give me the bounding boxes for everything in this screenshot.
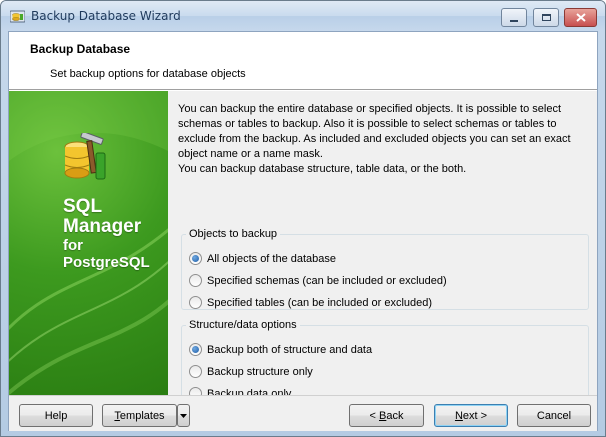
radio-specified-schemas[interactable]: Specified schemas (can be included or ex… (189, 274, 447, 287)
intro-paragraph-2: You can backup database structure, table… (178, 163, 467, 175)
templates-button-label: Templates (114, 410, 164, 422)
product-name-line3: for (63, 237, 83, 254)
close-button[interactable] (564, 8, 597, 27)
structure-group-legend: Structure/data options (189, 319, 297, 331)
product-name-line2: Manager (63, 216, 142, 237)
wizard-header: Backup Database Set backup options for d… (9, 32, 597, 90)
radio-button[interactable] (189, 252, 202, 265)
radio-label: Specified schemas (can be included or ex… (207, 274, 447, 287)
maximize-button[interactable] (533, 8, 559, 27)
chevron-down-icon (180, 413, 187, 418)
next-label-rest: ext > (462, 409, 488, 422)
back-button-label: < Back (370, 410, 404, 422)
objects-group-legend: Objects to backup (189, 228, 278, 240)
radio-label: All objects of the database (207, 252, 337, 265)
minimize-button[interactable] (501, 8, 527, 27)
next-mnemonic: N (454, 409, 463, 422)
radio-button[interactable] (189, 343, 202, 356)
radio-selected-dot (192, 255, 199, 262)
cancel-button-label: Cancel (536, 409, 572, 422)
intro-paragraph-1: You can backup the entire database or sp… (178, 103, 571, 160)
wizard-content: You can backup the entire database or sp… (168, 91, 597, 401)
radio-label: Backup structure only (207, 365, 313, 378)
radio-specified-tables[interactable]: Specified tables (can be included or exc… (189, 296, 432, 309)
product-banner: SQL Manager for PostgreSQL (9, 91, 168, 395)
window-title: Backup Database Wizard (31, 9, 181, 23)
title-bar[interactable]: Backup Database Wizard (1, 1, 605, 31)
minimize-icon (510, 19, 518, 22)
help-button-label: Help (44, 409, 68, 422)
radio-button[interactable] (189, 296, 202, 309)
header-subtitle: Set backup options for database objects (50, 68, 246, 80)
next-button-label: Next > (455, 410, 487, 422)
radio-label: Backup both of structure and data (207, 343, 373, 356)
radio-selected-dot (192, 346, 199, 353)
wizard-window: Backup Database Wizard Backup Database S… (0, 0, 606, 437)
product-name-line1: SQL (63, 196, 103, 217)
radio-all-objects[interactable]: All objects of the database (189, 252, 336, 265)
objects-to-backup-group: Objects to backup All objects of the dat… (181, 228, 589, 310)
radio-button[interactable] (189, 365, 202, 378)
radio-structure-and-data[interactable]: Backup both of structure and data (189, 343, 372, 356)
back-button[interactable]: < Back (349, 404, 424, 427)
templates-button[interactable]: Templates (102, 404, 177, 427)
back-label-prefix: < (369, 409, 379, 422)
help-button[interactable]: Help (19, 404, 93, 427)
maximize-icon (541, 14, 551, 21)
product-name-line4: PostgreSQL (63, 254, 150, 271)
close-icon (575, 13, 586, 22)
header-title: Backup Database (30, 42, 131, 56)
radio-button[interactable] (189, 274, 202, 287)
structure-data-options-group: Structure/data options Backup both of st… (181, 319, 589, 401)
database-tools-icon (64, 133, 106, 180)
intro-text: You can backup the entire database or sp… (178, 102, 590, 177)
back-label-rest: ack (386, 409, 404, 422)
templates-dropdown-button[interactable] (177, 404, 190, 427)
radio-label: Specified tables (can be included or exc… (207, 296, 433, 309)
radio-structure-only[interactable]: Backup structure only (189, 365, 313, 378)
wizard-client: Backup Database Set backup options for d… (8, 31, 598, 431)
product-name: SQL Manager for PostgreSQL (63, 196, 150, 272)
database-app-icon (10, 10, 25, 23)
wizard-footer: Help Templates < Back Next > Cancel (9, 395, 597, 431)
cancel-button[interactable]: Cancel (517, 404, 591, 427)
templates-label-rest: emplates (119, 409, 165, 422)
next-button[interactable]: Next > (434, 404, 508, 427)
